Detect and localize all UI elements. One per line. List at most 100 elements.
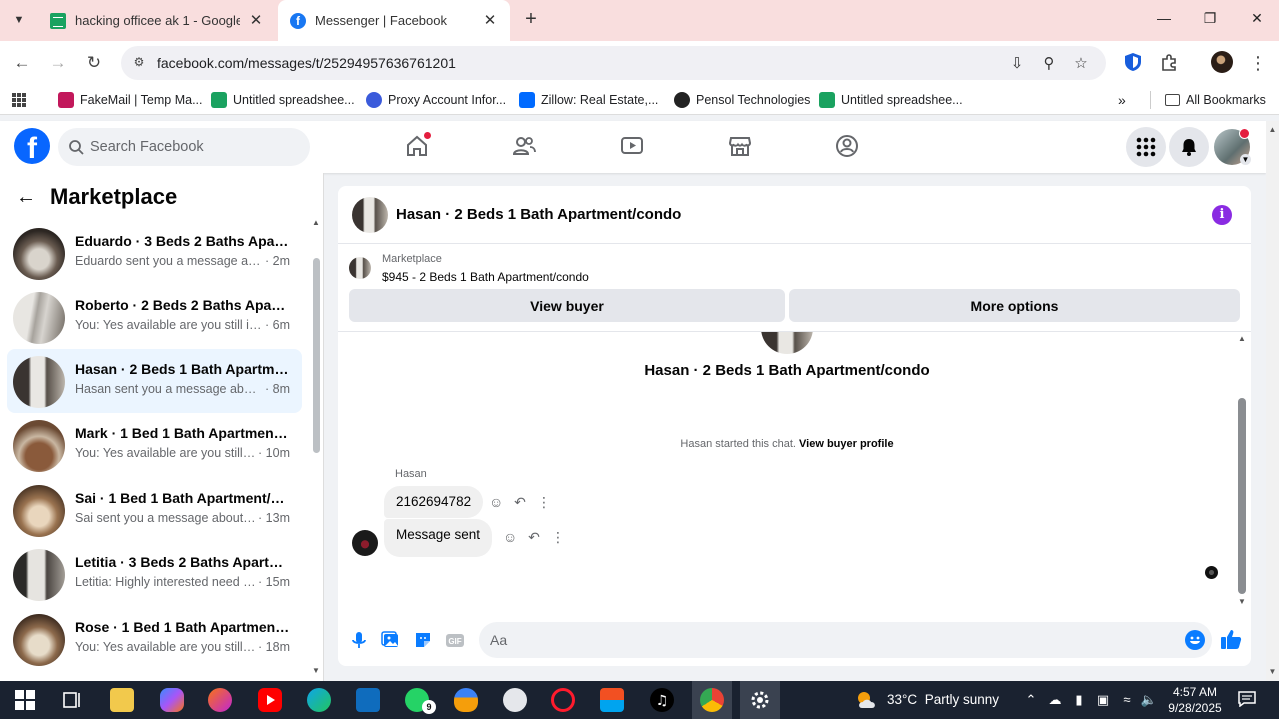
address-bar[interactable]: ⚙ facebook.com/messages/t/25294957636761… [121, 46, 1106, 80]
message-bubble[interactable]: Message sent [384, 519, 493, 557]
facebook-logo-icon[interactable]: f [14, 128, 50, 164]
conversation-item[interactable]: Eduardo · 3 Beds 2 Baths Apartment/condo… [7, 221, 302, 285]
search-input[interactable] [90, 128, 300, 166]
bookmark-star-icon[interactable]: ☆ [1071, 54, 1091, 74]
task-view-icon[interactable] [60, 688, 84, 712]
page-scrollbar[interactable]: ▲ ▼ [1266, 121, 1279, 681]
scroll-up-icon[interactable]: ▲ [312, 218, 320, 227]
info-icon[interactable]: i [1212, 205, 1232, 225]
edge-icon[interactable] [307, 688, 331, 712]
apps-grid-icon[interactable] [11, 91, 27, 109]
react-smiley-icon[interactable]: ☺ [489, 495, 503, 509]
zoom-icon[interactable]: ⚲ [1039, 54, 1059, 74]
extensions-puzzle-icon[interactable] [1158, 51, 1180, 73]
forward-arrow-icon[interactable]: → [46, 51, 70, 75]
reload-icon[interactable]: ↻ [82, 51, 106, 75]
chat-scrollbar[interactable]: ▲ ▼ [1236, 334, 1248, 608]
app-icon[interactable] [208, 688, 232, 712]
restore-icon[interactable]: ❐ [1200, 10, 1220, 30]
chevron-down-icon[interactable]: ▼ [1240, 154, 1251, 165]
new-tab-plus-icon[interactable]: + [520, 9, 542, 31]
bitwarden-shield-icon[interactable] [1122, 51, 1144, 73]
microphone-icon[interactable] [349, 630, 369, 650]
conversation-item[interactable]: Letitia · 3 Beds 2 Baths Apartment/condo… [7, 542, 302, 606]
conversation-item[interactable]: Mark · 1 Bed 1 Bath Apartment/condo You:… [7, 413, 302, 477]
scrollbar-thumb[interactable] [313, 258, 320, 453]
profile-avatar-icon[interactable] [1211, 51, 1233, 73]
scrollbar-thumb[interactable] [1238, 398, 1246, 594]
file-explorer-icon[interactable] [110, 688, 134, 712]
battery-icon[interactable]: ▮ [1070, 691, 1088, 709]
reply-icon[interactable]: ↶ [527, 530, 541, 544]
thumbs-up-icon[interactable] [1220, 628, 1242, 650]
back-arrow-icon[interactable]: ← [10, 51, 34, 75]
listing-price[interactable]: $945 - 2 Beds 1 Bath Apartment/condo [382, 270, 589, 284]
url-text[interactable]: facebook.com/messages/t/2529495763676120… [157, 55, 456, 71]
scroll-down-icon[interactable]: ▼ [1268, 667, 1277, 676]
close-icon[interactable]: ✕ [248, 12, 264, 29]
bookmark-pensol[interactable]: Pensol Technologies [674, 91, 810, 109]
browser-tab-messenger[interactable]: f Messenger | Facebook ✕ [278, 0, 510, 41]
view-buyer-button[interactable]: View buyer [349, 289, 785, 322]
chrome-icon[interactable] [700, 688, 724, 712]
nav-marketplace[interactable] [727, 133, 755, 161]
bookmark-untitled-spreadsheet-2[interactable]: Untitled spreadshee... [819, 91, 963, 109]
opera-icon[interactable] [551, 688, 575, 712]
bookmark-fakemail[interactable]: FakeMail | Temp Ma... [58, 91, 203, 109]
conversation-item[interactable]: Roberto · 2 Beds 2 Baths Apartment/condo… [7, 285, 302, 349]
back-arrow-icon[interactable]: ← [16, 186, 40, 209]
tray-app-icon[interactable]: ▣ [1094, 691, 1112, 709]
clock[interactable]: 4:57 AM 9/28/2025 [1168, 684, 1222, 716]
sticker-icon[interactable] [413, 630, 433, 650]
install-app-icon[interactable]: ⇩ [1007, 54, 1027, 74]
wifi-icon[interactable]: ≈ [1118, 691, 1136, 709]
notification-center-icon[interactable] [1238, 691, 1256, 707]
bookmark-proxy-account[interactable]: Proxy Account Infor... [366, 91, 506, 109]
outlook-icon[interactable] [356, 688, 380, 712]
partly-sunny-icon[interactable] [855, 690, 879, 710]
nav-gaming[interactable] [834, 133, 862, 161]
tray-chevron-up-icon[interactable]: ⌃ [1022, 691, 1040, 709]
reply-icon[interactable]: ↶ [513, 495, 527, 509]
scroll-up-icon[interactable]: ▲ [1238, 334, 1246, 343]
emoji-icon[interactable] [1185, 630, 1205, 650]
menu-button[interactable] [1126, 127, 1166, 167]
more-vertical-icon[interactable]: ⋮ [537, 495, 551, 509]
listing-thumbnail[interactable] [349, 257, 371, 279]
onedrive-cloud-icon[interactable]: ☁ [1046, 691, 1064, 709]
scroll-down-icon[interactable]: ▼ [1238, 597, 1246, 606]
window-close-icon[interactable]: ✕ [1247, 10, 1267, 30]
tiktok-icon[interactable]: ♫ [650, 688, 674, 712]
rewards-medal-icon[interactable] [454, 688, 478, 712]
volume-icon[interactable]: 🔈 [1140, 691, 1158, 709]
settings-gear-icon[interactable] [748, 688, 772, 712]
more-bookmarks-chevron-icon[interactable]: » [1118, 91, 1126, 109]
conversation-item[interactable]: Sai · 1 Bed 1 Bath Apartment/condo Sai s… [7, 478, 302, 542]
nav-friends[interactable] [511, 133, 539, 161]
microsoft-store-icon[interactable] [600, 688, 624, 712]
all-bookmarks-button[interactable]: All Bookmarks [1150, 91, 1266, 109]
chat-avatar[interactable] [352, 197, 388, 233]
nav-home[interactable] [404, 131, 432, 161]
scroll-down-icon[interactable]: ▼ [312, 666, 320, 675]
image-icon[interactable] [381, 630, 401, 650]
app-icon[interactable] [503, 688, 527, 712]
scroll-up-icon[interactable]: ▲ [1268, 125, 1277, 134]
more-options-button[interactable]: More options [789, 289, 1240, 322]
minimize-icon[interactable]: — [1154, 10, 1174, 30]
bookmark-zillow[interactable]: Zillow: Real Estate,... [519, 91, 658, 109]
sidebar-scrollbar[interactable]: ▲ ▼ [311, 218, 321, 678]
copilot-icon[interactable] [160, 688, 184, 712]
gif-icon[interactable]: GIF [445, 630, 465, 650]
kebab-menu-icon[interactable]: ⋮ [1246, 51, 1270, 75]
tab-search-chevron-icon[interactable]: ▼ [8, 9, 30, 31]
conversation-item[interactable]: Rose · 1 Bed 1 Bath Apartment/condo You:… [7, 607, 302, 671]
message-bubble[interactable]: 2162694782 [384, 486, 484, 518]
weather-text[interactable]: 33°C Partly sunny [887, 692, 999, 707]
close-icon[interactable]: ✕ [482, 12, 498, 29]
nav-video[interactable] [619, 133, 647, 161]
bookmark-untitled-spreadsheet-1[interactable]: Untitled spreadshee... [211, 91, 355, 109]
notifications-button[interactable] [1169, 127, 1209, 167]
chat-title[interactable]: Hasan · 2 Beds 1 Bath Apartment/condo [396, 206, 681, 223]
conversation-item-active[interactable]: Hasan · 2 Beds 1 Bath Apartment/condo Ha… [7, 349, 302, 413]
